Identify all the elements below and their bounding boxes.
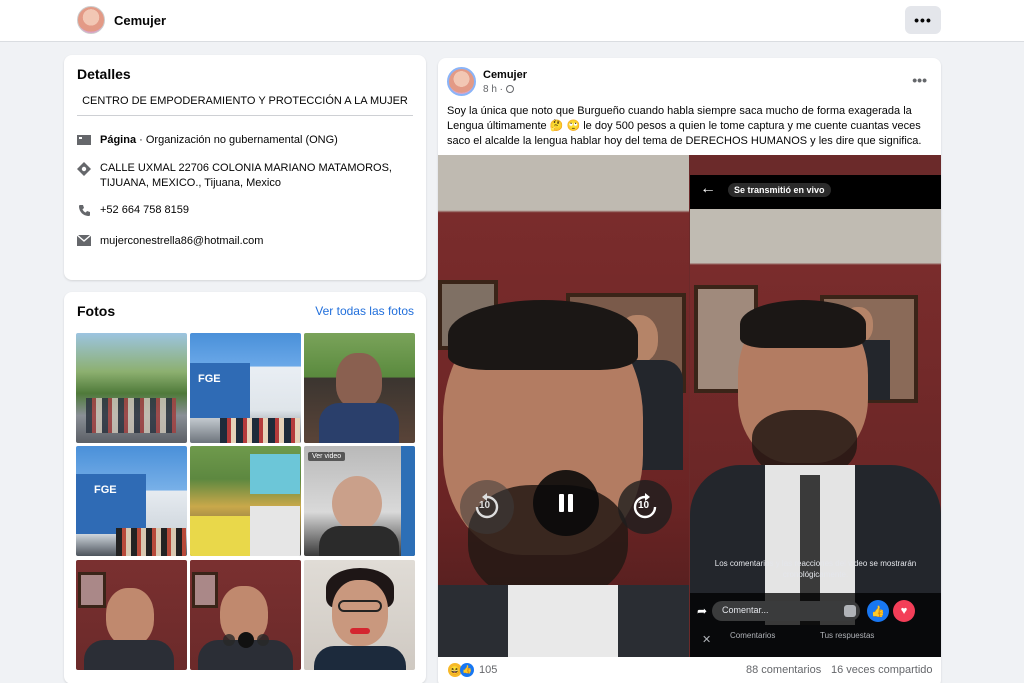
rewind-mini-icon [223,634,235,646]
photos-card: Fotos Ver todas las fotos FGE FGE Ver vi… [64,292,426,683]
sticker-icon[interactable] [844,605,856,617]
details-card: Detalles CENTRO DE EMPODERAMIENTO Y PROT… [64,55,426,280]
comment-placeholder: Comentar... [722,605,769,615]
page-avatar[interactable] [77,6,105,34]
love-reaction-icon[interactable]: ♥ [893,600,915,622]
shares-count[interactable]: 16 veces compartido [831,664,933,676]
flag-icon [77,134,91,148]
pause-icon [559,494,573,512]
tab-replies[interactable]: Tus respuestas [820,631,874,640]
more-options-button[interactable]: ••• [905,6,941,34]
live-header: ← Se transmitió en vivo [690,175,941,209]
phone-icon [77,204,91,218]
photo-thumbnail[interactable]: FGE [76,446,187,556]
video-right-frame: ← Se transmitió en vivo Los comentarios … [690,175,941,657]
photo-thumbnail[interactable] [190,446,301,556]
pause-mini-icon [238,632,254,648]
email-text[interactable]: mujerconestrella86@hotmail.com [100,234,400,249]
mail-icon [76,234,92,249]
post-author-name[interactable]: Cemujer [483,69,527,81]
photo-thumbnail[interactable] [76,333,187,443]
reactions-count[interactable]: 105 [479,664,497,676]
post-footer: 😆 👍 105 88 comentarios 16 veces comparti… [438,661,941,683]
photo-thumbnail[interactable]: Ver video [304,446,415,556]
like-reaction-icon[interactable]: 👍 [460,663,474,677]
details-title: Detalles [77,66,131,82]
tab-comments[interactable]: Comentarios [730,631,775,640]
video-left-frame [438,155,689,657]
live-label: Se transmitió en vivo [728,183,831,197]
post-timestamp[interactable]: 8 h · [483,84,514,95]
post-author-avatar[interactable] [447,67,476,96]
comments-count[interactable]: 88 comentarios [746,664,821,676]
page-name[interactable]: Cemujer [114,13,166,28]
post-time-text: 8 h · [483,84,506,95]
phone-text[interactable]: +52 664 758 8159 [100,203,400,218]
forward-label: 10 [638,500,650,511]
photo-thumbnail[interactable] [190,560,301,670]
comment-input[interactable]: Comentar... [712,601,860,621]
video-badge: Ver video [308,452,346,461]
pause-button[interactable] [533,470,599,536]
back-arrow-icon[interactable]: ← [700,181,716,197]
post-video[interactable]: ← Se transmitió en vivo Los comentarios … [438,155,941,657]
comments-notice: Los comentarios y las reacciones del vid… [714,559,917,579]
post-more-button[interactable]: ••• [912,72,927,88]
photo-thumbnail[interactable] [304,560,415,670]
fge-sign: FGE [198,373,221,385]
rewind-10-button[interactable]: 10 [460,480,514,534]
post-card: Cemujer 8 h · ••• Soy la única que noto … [438,58,941,683]
photos-title: Fotos [77,303,116,319]
photo-thumbnail[interactable] [304,333,415,443]
post-text: Soy la única que noto que Burgueño cuand… [447,105,922,147]
share-arrow-icon[interactable]: ➦ [697,604,707,618]
fge-sign: FGE [94,484,117,496]
photo-thumbnail[interactable]: FGE [190,333,301,443]
close-icon[interactable]: ✕ [702,633,711,646]
comment-bar: ➦ Comentar... 👍 ♥ ✕ Comentarios Tus resp… [690,593,941,657]
category-value: · Organización no gubernamental (ONG) [136,134,338,146]
globe-icon [505,85,514,93]
top-bar: Cemujer ••• [0,0,1024,42]
rewind-label: 10 [479,500,491,511]
divider [77,115,413,116]
see-all-photos-link[interactable]: Ver todas las fotos [315,304,414,318]
forward-mini-icon [257,634,269,646]
details-bio: CENTRO DE EMPODERAMIENTO Y PROTECCIÓN A … [82,95,408,107]
location-icon [77,162,91,176]
photo-thumbnail[interactable] [76,560,187,670]
like-reaction-icon[interactable]: 👍 [867,600,889,622]
address-text[interactable]: CALLE UXMAL 22706 COLONIA MARIANO MATAMO… [100,161,400,191]
category-label: Página [100,134,137,146]
forward-10-button[interactable]: 10 [618,480,672,534]
